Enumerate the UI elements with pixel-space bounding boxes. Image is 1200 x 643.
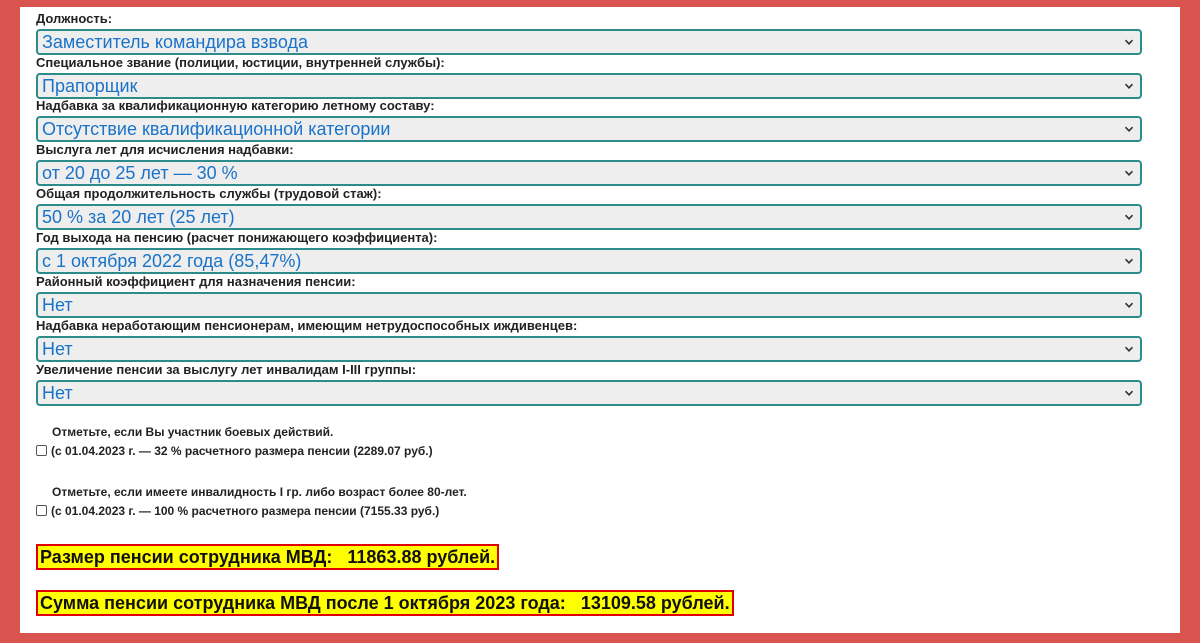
pension-after-label: Сумма пенсии сотрудника МВД после 1 октя… [40, 593, 566, 613]
chevron-down-icon [1124, 170, 1134, 176]
rank-label: Специальное звание (полиции, юстиции, вн… [36, 55, 445, 70]
regional-coefficient-label: Районный коэффициент для назначения пенс… [36, 274, 356, 289]
total-service-select-value: 50 % за 20 лет (25 лет) [42, 207, 235, 227]
regional-coefficient-select-value: Нет [42, 295, 73, 315]
chevron-down-icon [1124, 302, 1134, 308]
regional-coefficient-select[interactable]: Нет [36, 292, 1142, 318]
pension-after-oct-2023-result: Сумма пенсии сотрудника МВД после 1 октя… [36, 590, 734, 616]
service-years-select-value: от 20 до 25 лет — 30 % [42, 163, 238, 183]
chevron-down-icon [1124, 346, 1134, 352]
position-select[interactable]: Заместитель командира взвода [36, 29, 1142, 55]
pension-after-value: 13109.58 рублей. [580, 593, 730, 613]
qualification-select-value: Отсутствие квалификационной категории [42, 119, 391, 139]
pension-amount-label: Размер пенсии сотрудника МВД: [40, 547, 333, 567]
rank-select[interactable]: Прапорщик [36, 73, 1142, 99]
position-select-value: Заместитель командира взвода [42, 32, 309, 52]
chevron-down-icon [1124, 126, 1134, 132]
disability-group-select-value: Нет [42, 383, 73, 403]
chevron-down-icon [1124, 258, 1134, 264]
service-years-label: Выслуга лет для исчисления надбавки: [36, 142, 294, 157]
pension-amount-value: 11863.88 рублей. [347, 547, 496, 567]
qualification-select[interactable]: Отсутствие квалификационной категории [36, 116, 1142, 142]
chevron-down-icon [1124, 214, 1134, 220]
rank-select-value: Прапорщик [42, 76, 138, 96]
disability-age-title: Отметьте, если имеете инвалидность I гр.… [52, 485, 467, 499]
service-years-select[interactable]: от 20 до 25 лет — 30 % [36, 160, 1142, 186]
pension-amount-result: Размер пенсии сотрудника МВД: 11863.88 р… [36, 544, 500, 570]
disability-age-checkbox[interactable] [36, 505, 47, 516]
combat-veteran-title: Отметьте, если Вы участник боевых действ… [52, 425, 334, 439]
position-label: Должность: [36, 11, 113, 26]
total-service-select[interactable]: 50 % за 20 лет (25 лет) [36, 204, 1142, 230]
chevron-down-icon [1124, 39, 1134, 45]
retirement-year-select[interactable]: с 1 октября 2022 года (85,47%) [36, 248, 1142, 274]
combat-veteran-checkbox[interactable] [36, 445, 47, 456]
qualification-label: Надбавка за квалификационную категорию л… [36, 98, 435, 113]
chevron-down-icon [1124, 390, 1134, 396]
dependents-select[interactable]: Нет [36, 336, 1142, 362]
dependents-select-value: Нет [42, 339, 73, 359]
disability-group-label: Увеличение пенсии за выслугу лет инвалид… [36, 362, 417, 377]
retirement-year-select-value: с 1 октября 2022 года (85,47%) [42, 251, 302, 271]
chevron-down-icon [1124, 83, 1134, 89]
retirement-year-label: Год выхода на пенсию (расчет понижающего… [36, 230, 438, 245]
combat-veteran-note: (с 01.04.2023 г. — 32 % расчетного разме… [51, 444, 433, 458]
disability-age-note: (с 01.04.2023 г. — 100 % расчетного разм… [51, 504, 440, 518]
disability-group-select[interactable]: Нет [36, 380, 1142, 406]
total-service-label: Общая продолжительность службы (трудовой… [36, 186, 382, 201]
calculator-panel: Должность: Заместитель командира взвода … [20, 7, 1180, 633]
dependents-label: Надбавка неработающим пенсионерам, имеющ… [36, 318, 578, 333]
